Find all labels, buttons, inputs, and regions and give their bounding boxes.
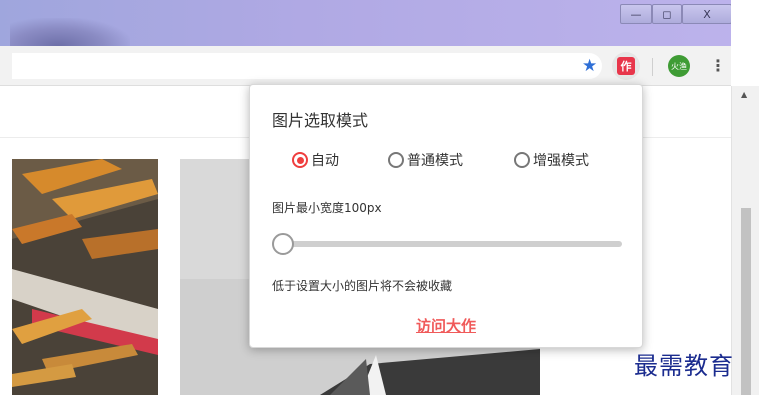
radio-enhanced-mode[interactable]: 增强模式 bbox=[514, 150, 589, 170]
radio-label: 增强模式 bbox=[533, 153, 589, 169]
radio-normal-mode[interactable]: 普通模式 bbox=[388, 150, 463, 170]
scroll-up-icon[interactable]: ▲ bbox=[741, 90, 747, 99]
toolbar-divider bbox=[652, 58, 653, 76]
popup-title: 图片选取模式 bbox=[272, 111, 369, 130]
maximize-button[interactable]: ◻ bbox=[652, 4, 682, 24]
menu-icon[interactable]: ⋮ bbox=[710, 55, 726, 77]
radio-unselected-icon bbox=[514, 152, 530, 168]
close-button[interactable]: X bbox=[682, 4, 732, 24]
title-bar-edge bbox=[731, 0, 759, 46]
watermark-text: 最需教育 bbox=[634, 352, 734, 380]
radio-selected-icon bbox=[292, 152, 308, 168]
min-width-slider[interactable] bbox=[272, 233, 622, 255]
title-bar: — ◻ X bbox=[0, 0, 759, 46]
hint-text: 低于设置大小的图片将不会被收藏 bbox=[272, 279, 453, 293]
radio-auto[interactable]: 自动 bbox=[292, 150, 339, 170]
radio-label: 自动 bbox=[311, 153, 339, 169]
radio-unselected-icon bbox=[388, 152, 404, 168]
extension-popup: 图片选取模式 自动 普通模式 增强模式 图片最小宽度100px 低于设置大小的图… bbox=[249, 84, 643, 348]
address-bar[interactable]: ★ bbox=[12, 53, 602, 79]
extension-icon: 作 bbox=[617, 57, 635, 75]
minimize-button[interactable]: — bbox=[620, 4, 652, 24]
mode-radio-group: 自动 普通模式 增强模式 bbox=[292, 150, 632, 172]
scrollbar-thumb[interactable] bbox=[741, 208, 751, 395]
window-background-art bbox=[10, 18, 130, 46]
min-width-label: 图片最小宽度100px bbox=[272, 201, 382, 215]
star-icon[interactable]: ★ bbox=[582, 56, 597, 76]
radio-label: 普通模式 bbox=[407, 153, 463, 169]
page-scrollbar[interactable]: ▲ bbox=[731, 86, 759, 395]
visit-dazuo-link[interactable]: 访问大作 bbox=[250, 315, 642, 336]
browser-toolbar: ★ 作 火渔 ⋮ bbox=[0, 46, 731, 86]
slider-handle[interactable] bbox=[272, 233, 294, 255]
architecture-photo[interactable] bbox=[12, 159, 158, 395]
extension-button[interactable]: 作 bbox=[612, 52, 640, 80]
avatar[interactable]: 火渔 bbox=[668, 55, 690, 77]
slider-track[interactable] bbox=[272, 241, 622, 247]
